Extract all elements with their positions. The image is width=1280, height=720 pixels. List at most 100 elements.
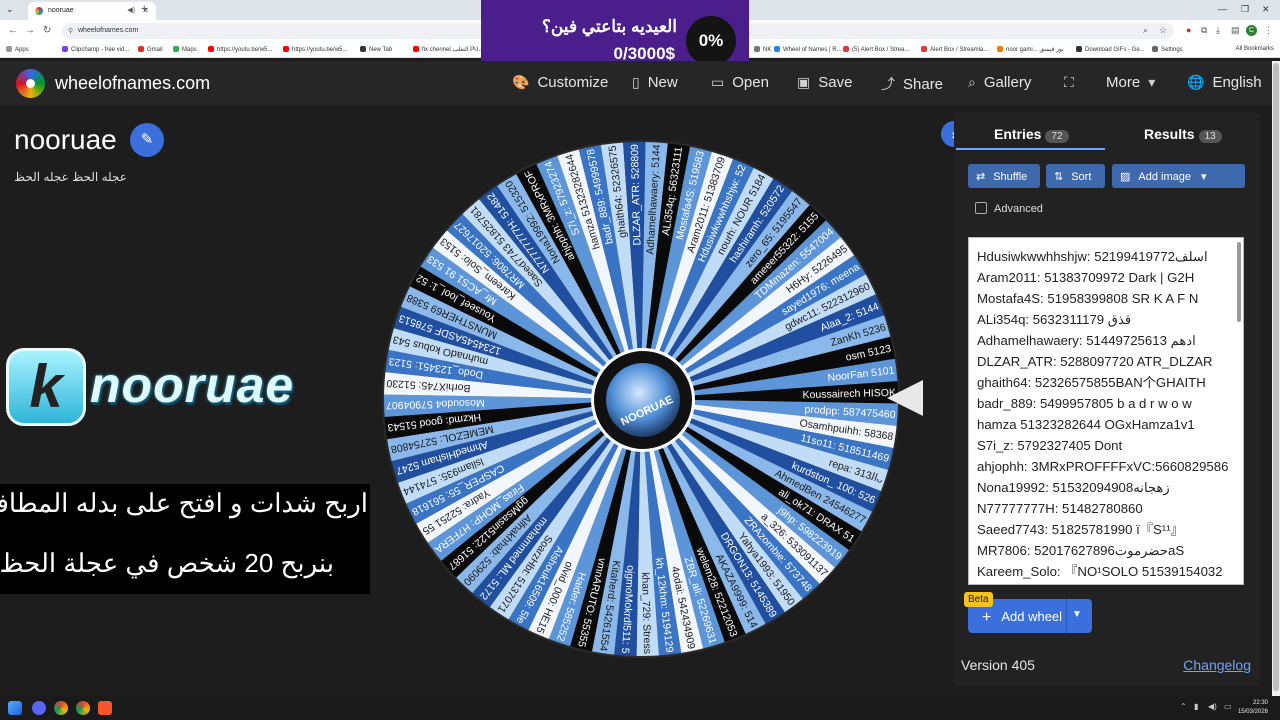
active-tab-indicator xyxy=(956,148,1105,150)
start-icon[interactable] xyxy=(8,701,22,715)
menu-fullscreen[interactable]: ⛶ xyxy=(1064,74,1082,91)
fullscreen-icon: ⛶ xyxy=(1064,74,1074,90)
brave-icon[interactable] xyxy=(98,701,112,715)
bookmark-label: noor gami... نور قيمنق xyxy=(1006,47,1064,53)
pencil-icon: ✎ xyxy=(140,131,154,148)
menu-label: Share xyxy=(903,76,944,93)
bookmark-favicon-icon xyxy=(173,46,179,52)
changelog-link[interactable]: Changelog xyxy=(1183,657,1251,673)
restore-icon[interactable]: ❐ xyxy=(1241,4,1249,15)
page-scrollbar[interactable] xyxy=(1272,61,1280,696)
entry-line: badr_889: 5499957805 b a d r w o w xyxy=(977,396,1192,411)
bookmark-item[interactable]: NK xyxy=(754,46,771,53)
edit-title-button[interactable]: ✎ xyxy=(130,123,164,157)
chrome-icon[interactable] xyxy=(54,701,68,715)
menu-new[interactable]: ▯ New xyxy=(632,74,678,91)
bookmark-favicon-icon xyxy=(208,46,214,52)
bookmark-item[interactable]: Apps xyxy=(6,46,29,53)
site-name[interactable]: wheelofnames.com xyxy=(55,73,210,94)
bookmark-item[interactable]: Settings xyxy=(1152,46,1183,53)
speaker-icon[interactable]: ◀) xyxy=(127,6,135,14)
network-icon[interactable]: ▮ xyxy=(1194,702,1198,711)
advanced-toggle[interactable]: Advanced xyxy=(975,202,1043,215)
minimize-icon[interactable]: — xyxy=(1218,4,1227,14)
wheel-center-emblem[interactable]: NOORUAE xyxy=(591,348,695,452)
file-icon: ▯ xyxy=(632,74,640,90)
menu-label: New xyxy=(647,74,678,91)
download-icon[interactable]: ⤓ xyxy=(1216,25,1220,36)
sort-label: Sort xyxy=(1071,171,1092,183)
extensions-icon[interactable]: ⧉ xyxy=(1201,25,1207,36)
bookmark-item[interactable]: Alert Box / Streamla... xyxy=(921,46,988,53)
browser-tab[interactable]: nooruae ◀) ✕ xyxy=(28,2,156,20)
tab-search-icon[interactable]: ⌄ xyxy=(6,4,14,15)
entry-line: Aram2011: 51383709972 Dark | G2H xyxy=(977,270,1195,285)
new-tab-button[interactable]: + xyxy=(141,3,147,15)
promo-text-block: اربح شدات و افتح على بدله المطافي بنربح … xyxy=(0,484,370,594)
nooruae-banner-image: k nooruae xyxy=(6,348,346,426)
menu-customize[interactable]: 🎨 Customize xyxy=(512,74,608,91)
bookmark-item[interactable]: fix chennel التغلب PU... xyxy=(413,46,483,53)
menu-save[interactable]: ▣ Save xyxy=(797,74,852,91)
menu-gallery[interactable]: ⌕ Gallery xyxy=(968,74,1031,91)
entries-textarea[interactable]: Hdusiwkwwhhshjw: 52199419772اسلف Aram2011… xyxy=(968,237,1244,585)
bookmark-label: NK xyxy=(763,47,772,53)
bookmark-item[interactable]: Gmail xyxy=(138,46,163,53)
menu-english[interactable]: 🌐 English xyxy=(1187,74,1262,91)
back-icon[interactable]: ← xyxy=(8,25,18,36)
advanced-checkbox[interactable] xyxy=(975,202,987,214)
bookmark-label: Gmail xyxy=(147,47,163,53)
bookmark-item[interactable]: https://youtu.be/w5... xyxy=(283,46,347,53)
advanced-label: Advanced xyxy=(994,203,1043,215)
all-bookmarks-link[interactable]: All Bookmarks xyxy=(1236,46,1274,52)
bookmark-label: Download GIFs - Ge... xyxy=(1085,47,1145,53)
bookmark-item[interactable]: https://youtu.be/w5... xyxy=(208,46,272,53)
menu-open[interactable]: ▭ Open xyxy=(711,74,769,91)
menu-more[interactable]: More ▾ xyxy=(1106,74,1163,91)
bookmark-item[interactable]: Wheel of Names | R... xyxy=(774,46,842,53)
bookmark-item[interactable]: Clipchamp - free vid... xyxy=(62,46,129,53)
tab-results[interactable]: Results 13 xyxy=(1144,126,1222,143)
palette-icon: 🎨 xyxy=(512,74,530,90)
sort-button[interactable]: ⇅ Sort xyxy=(1046,164,1105,188)
tray-up-icon[interactable]: ⌃ xyxy=(1180,702,1187,711)
system-clock[interactable]: 22:30 15/03/2026 xyxy=(1238,699,1268,717)
bookmark-item[interactable]: Maps xyxy=(173,46,197,53)
sidepanel-icon[interactable]: ▤ xyxy=(1231,25,1240,36)
bookmark-item[interactable]: New Tab xyxy=(360,46,392,53)
battery-icon[interactable]: ▭ xyxy=(1224,702,1232,711)
page-scrollbar-thumb[interactable] xyxy=(1273,63,1279,691)
wheel-logo-icon[interactable] xyxy=(16,69,45,98)
add-image-button[interactable]: ▨ Add image ▾ xyxy=(1112,164,1245,188)
menu-label: English xyxy=(1212,74,1262,91)
chrome-icon[interactable] xyxy=(76,701,90,715)
shuffle-button[interactable]: ⇄ Shuffle xyxy=(968,164,1040,188)
chrome-menu-icon[interactable]: ⋮ xyxy=(1264,25,1273,36)
clock-time: 22:30 xyxy=(1252,700,1268,706)
discord-icon[interactable] xyxy=(32,701,46,715)
tab-entries[interactable]: Entries 72 xyxy=(994,126,1069,143)
entries-scrollbar[interactable] xyxy=(1237,242,1241,322)
profile-avatar[interactable]: C xyxy=(1246,25,1257,36)
plus-icon: + xyxy=(982,609,992,626)
reload-icon[interactable]: ↻ xyxy=(43,25,51,36)
site-info-icon[interactable]: ⚲ xyxy=(68,27,73,35)
volume-icon[interactable]: ◀) xyxy=(1208,702,1217,711)
extension-icon[interactable]: ● xyxy=(1186,25,1191,35)
entry-line: Hdusiwkwwhhshjw: 52199419772اسلف xyxy=(977,249,1208,264)
close-window-icon[interactable]: ✕ xyxy=(1262,4,1270,15)
bookmark-label: New Tab xyxy=(369,47,393,53)
chevron-down-icon[interactable]: ▼ xyxy=(1072,609,1082,620)
zoom-search-icon[interactable]: ⌕ xyxy=(1143,25,1148,36)
bookmark-label: Apps xyxy=(15,47,29,53)
entry-line: ALi354q: 5632311179 قذق xyxy=(977,312,1132,327)
search-icon: ⌕ xyxy=(968,74,976,90)
bookmark-item[interactable]: Download GIFs - Ge... xyxy=(1076,46,1145,53)
entry-line: Mostafa4S: 51958399808 SR K A F N xyxy=(977,291,1199,306)
bookmark-item[interactable]: noor gami... نور قيمنق xyxy=(997,46,1064,53)
bookmark-star-icon[interactable]: ☆ xyxy=(1159,25,1167,36)
bookmark-item[interactable]: (5) Alert Box / Strea... xyxy=(843,46,909,53)
menu-share[interactable]: ⤴ Share xyxy=(881,74,943,94)
forward-icon[interactable]: → xyxy=(25,25,35,36)
entry-line: N77777777H: 51482780860 xyxy=(977,501,1143,516)
